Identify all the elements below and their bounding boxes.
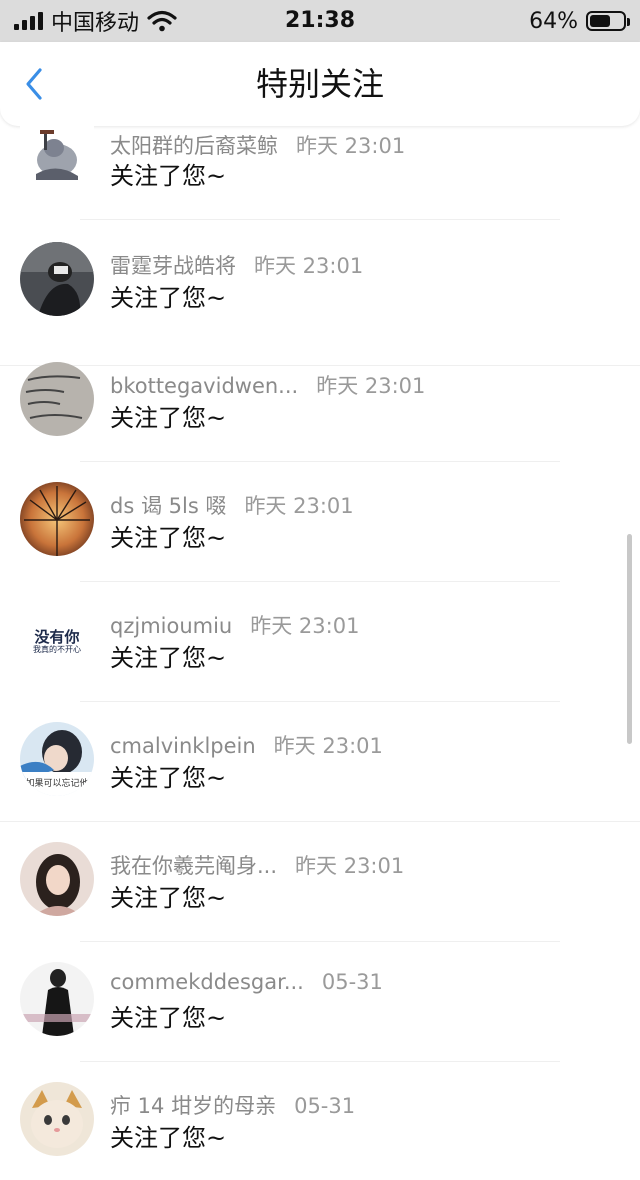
message-text: 关注了您~ [110, 1004, 227, 1032]
status-right: 64% [529, 0, 630, 42]
user-name[interactable]: bkottegavidwen... [110, 374, 298, 398]
user-name[interactable]: 雷霆芽战皓将 [110, 254, 236, 278]
page-title: 特别关注 [255, 65, 384, 103]
battery-icon [586, 11, 630, 31]
list-item[interactable]: 没有你 我真的不开心 qzjmioumiu 昨天 23:01 关注了您~ [0, 580, 640, 702]
nav-bar: 特别关注 [0, 42, 640, 126]
user-name-line: commekddesgar... 05-31 [110, 970, 383, 994]
user-name[interactable]: qzjmioumiu [110, 614, 232, 638]
message-text: 关注了您~ [110, 884, 227, 912]
avatar [20, 482, 94, 556]
avatar [20, 1082, 94, 1156]
user-name-line: cmalvinklpein 昨天 23:01 [110, 730, 383, 760]
user-name-line: ds 谒 5ls 啜昨天 23:01 [110, 490, 354, 520]
user-name[interactable]: 太阳群的后裔菜鲸 [110, 134, 278, 158]
avatar: 没有你 我真的不开心 [20, 602, 94, 676]
message-text: 关注了您~ [110, 404, 227, 432]
user-name-line: bkottegavidwen... 昨天 23:01 [110, 370, 425, 400]
avatar [20, 842, 94, 916]
timestamp: 昨天 23:01 [244, 494, 354, 518]
timestamp: 05-31 [294, 1094, 356, 1118]
user-name[interactable]: 我在你羲芫阄身... [110, 854, 277, 878]
user-name[interactable]: commekddesgar... [110, 970, 304, 994]
message-text: 关注了您~ [110, 524, 227, 552]
avatar [20, 362, 94, 436]
list-item[interactable]: ds 谒 5ls 啜昨天 23:01 关注了您~ [0, 460, 640, 582]
timestamp: 昨天 23:01 [273, 734, 383, 758]
timestamp: 昨天 23:01 [296, 134, 406, 158]
avatar [20, 242, 94, 316]
timestamp: 05-31 [321, 970, 383, 994]
message-text: 关注了您~ [110, 764, 227, 792]
list-item[interactable]: bkottegavidwen... 昨天 23:01 关注了您~ [0, 340, 640, 462]
user-name-line: 疖 14 坩岁的母亲 05-31 [110, 1090, 355, 1120]
scrollbar[interactable] [627, 534, 632, 744]
message-text: 关注了您~ [110, 162, 227, 190]
message-text: 关注了您~ [110, 644, 227, 672]
avatar [20, 962, 94, 1036]
user-name-line: 雷霆芽战皓将 昨天 23:01 [110, 250, 363, 280]
user-name[interactable]: 疖 14 坩岁的母亲 [110, 1094, 276, 1118]
battery-percent: 64% [529, 8, 578, 34]
avatar [20, 118, 94, 192]
status-bar: 中国移动 21:38 64% [0, 0, 640, 42]
timestamp: 昨天 23:01 [254, 254, 364, 278]
list-item[interactable]: commekddesgar... 05-31 关注了您~ [0, 940, 640, 1062]
avatar-text: 如果可以忘记他 [25, 779, 89, 789]
list-item[interactable]: 疖 14 坩岁的母亲 05-31 关注了您~ [0, 1060, 640, 1180]
user-name-line: 我在你羲芫阄身... 昨天 23:01 [110, 850, 404, 880]
list-item[interactable]: 我在你羲芫阄身... 昨天 23:01 关注了您~ [0, 820, 640, 942]
message-text: 关注了您~ [110, 284, 227, 312]
avatar-text-sub: 我真的不开心 [33, 645, 81, 654]
timestamp: 昨天 23:01 [295, 854, 405, 878]
timestamp: 昨天 23:01 [316, 374, 426, 398]
avatar: 如果可以忘记他 [20, 722, 94, 796]
list-item[interactable]: 雷霆芽战皓将 昨天 23:01 关注了您~ [0, 220, 640, 366]
user-name[interactable]: ds 谒 5ls 啜 [110, 494, 226, 518]
timestamp: 昨天 23:01 [250, 614, 360, 638]
user-name-line: qzjmioumiu 昨天 23:01 [110, 610, 359, 640]
battery-fill [590, 15, 611, 27]
list-item[interactable]: 如果可以忘记他 cmalvinklpein 昨天 23:01 关注了您~ [0, 700, 640, 822]
user-name[interactable]: cmalvinklpein [110, 734, 256, 758]
